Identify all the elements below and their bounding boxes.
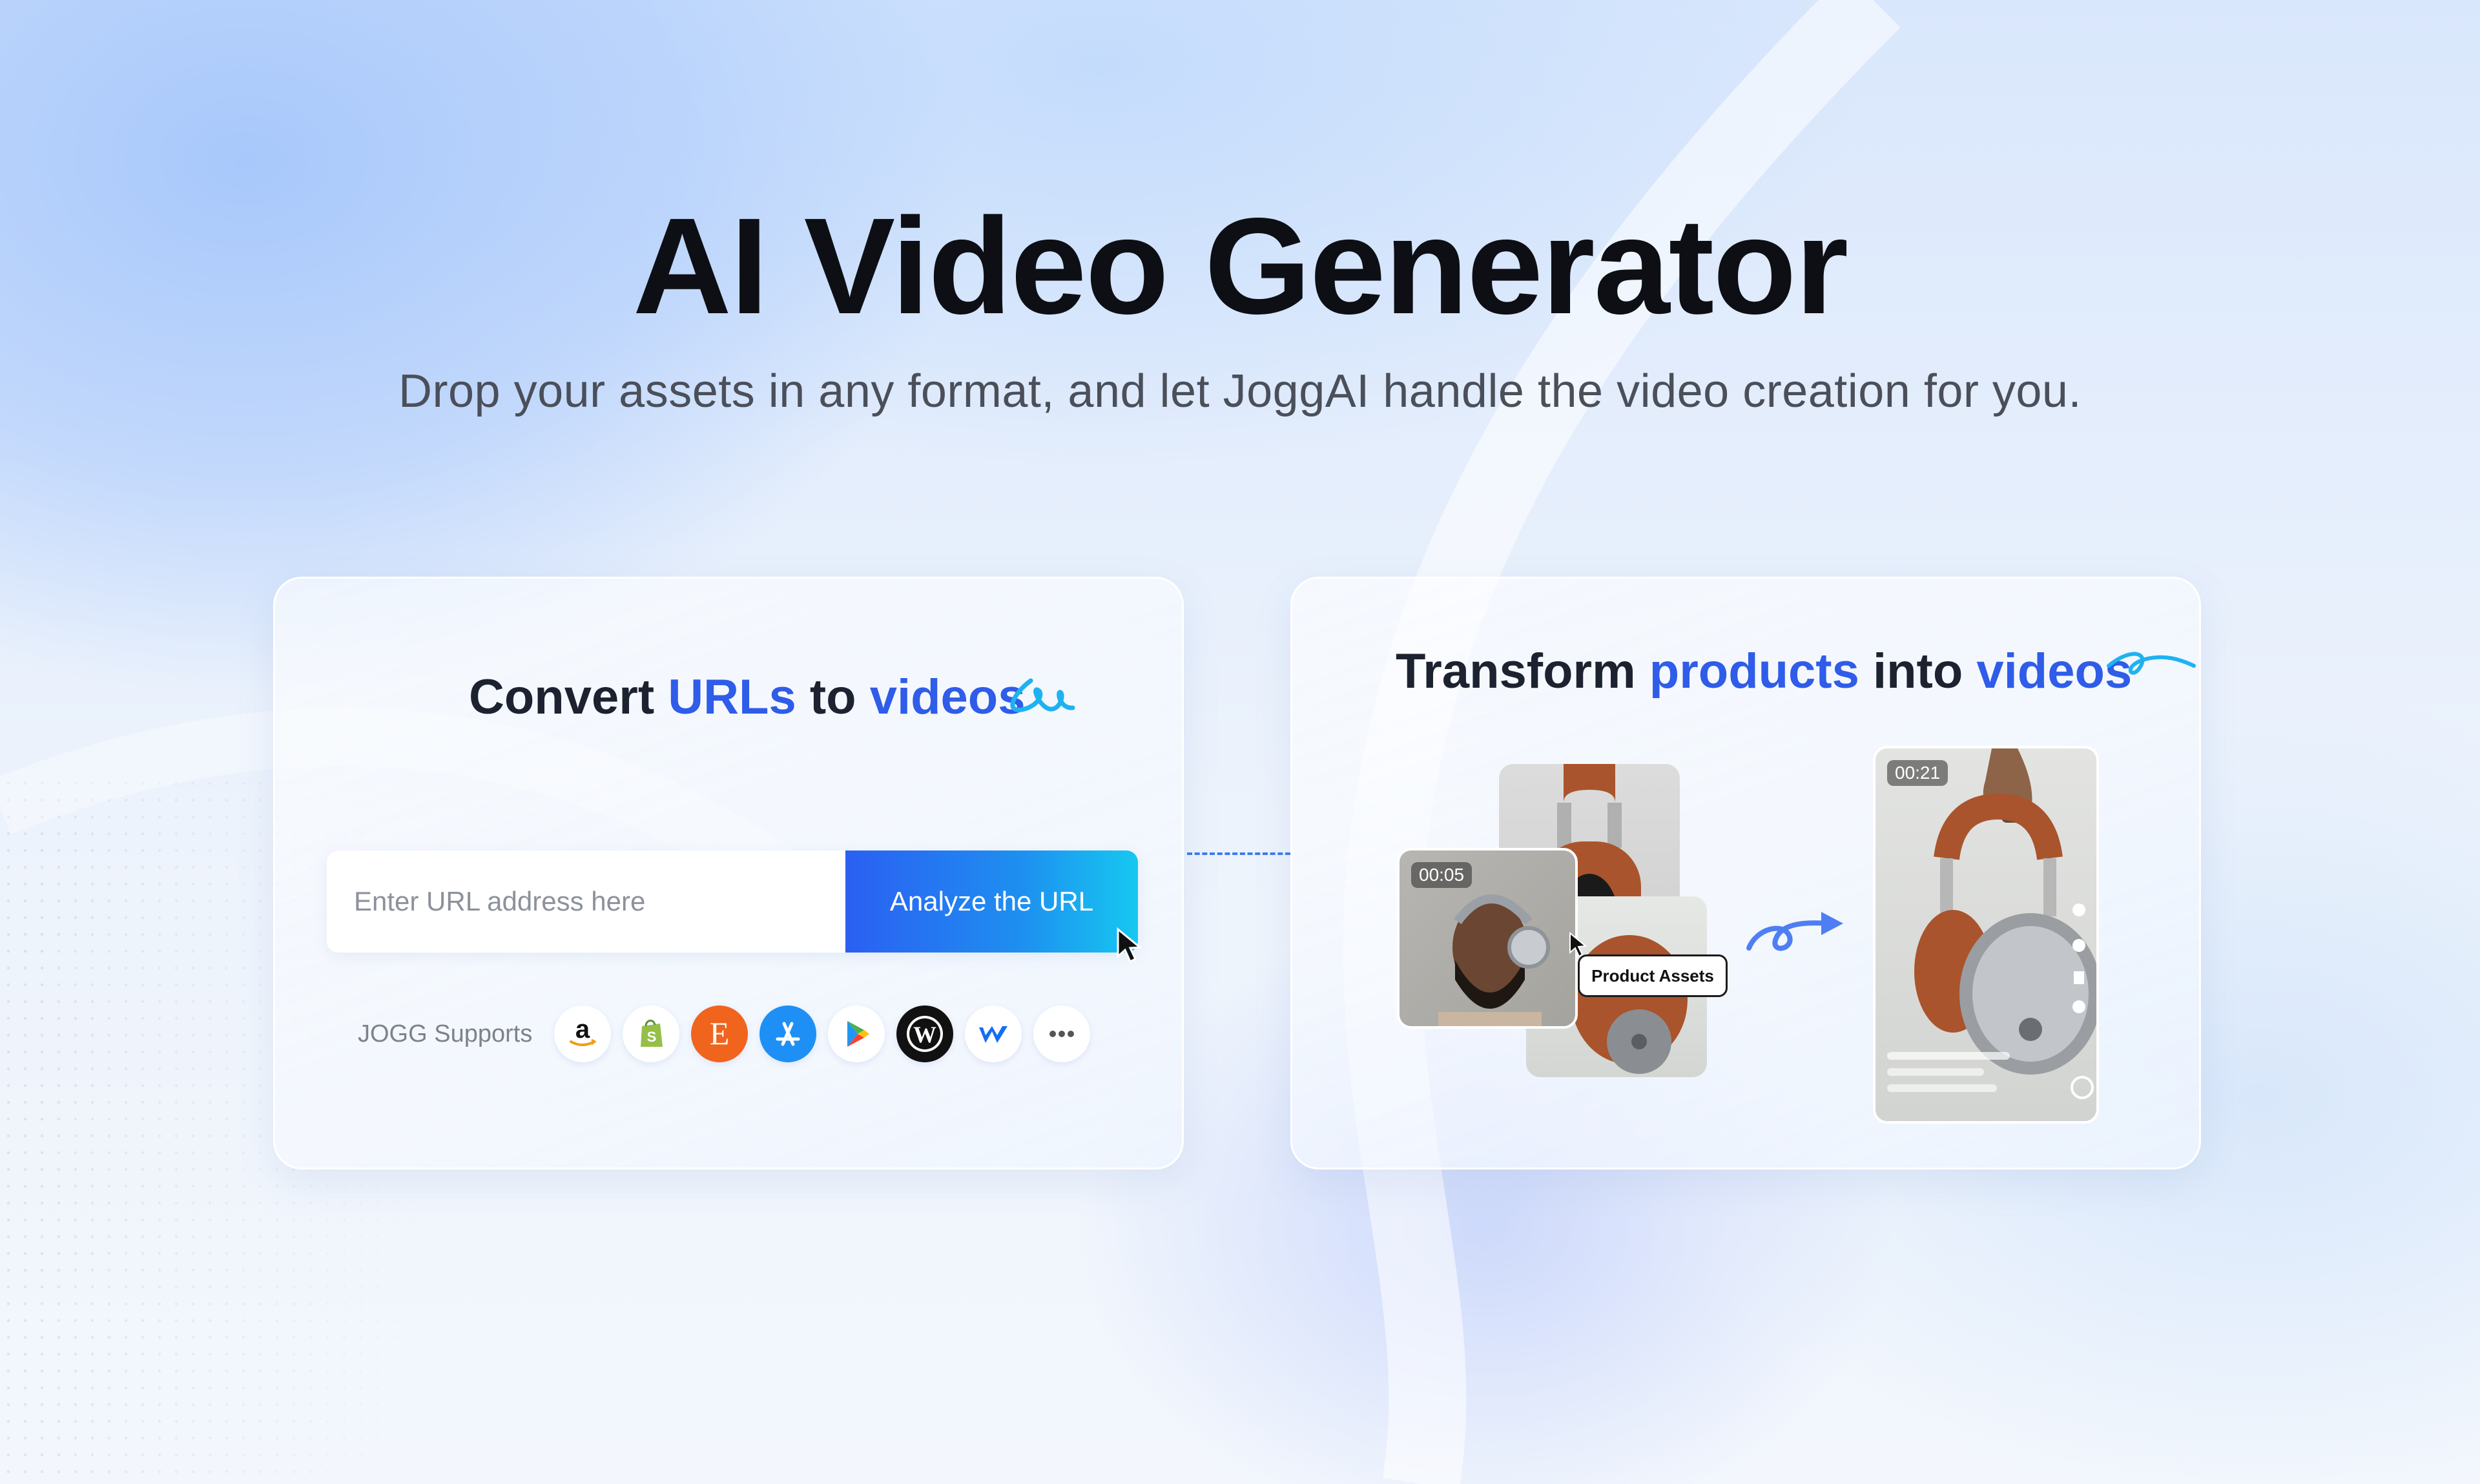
clip-timestamp: 00:05: [1411, 862, 1472, 888]
analyze-url-button[interactable]: Analyze the URL: [845, 850, 1138, 953]
title-part: Transform: [1396, 644, 1649, 699]
output-timestamp: 00:21: [1887, 760, 1948, 786]
url-form: Analyze the URL: [327, 850, 1138, 953]
title-highlight: videos: [869, 670, 1026, 725]
app-store-icon[interactable]: [760, 1005, 817, 1062]
url-card-title: Convert URLs to videos: [469, 669, 1025, 725]
amazon-icon[interactable]: a: [554, 1005, 612, 1062]
generated-video-preview[interactable]: 00:21: [1873, 746, 2099, 1124]
page-subtitle: Drop your assets in any format, and let …: [398, 366, 2082, 417]
mouse-cursor-icon: [1117, 927, 1142, 964]
avatar-video-clip[interactable]: 00:05: [1397, 848, 1578, 1029]
dashed-connector: [1187, 852, 1290, 855]
url-to-video-card: Convert URLs to videos Analyze the URL J…: [273, 577, 1184, 1170]
etsy-icon[interactable]: E: [691, 1005, 749, 1062]
title-part: into: [1859, 644, 1977, 699]
more-icon[interactable]: [1033, 1005, 1091, 1062]
svg-text:E: E: [710, 1015, 730, 1051]
google-play-icon[interactable]: [828, 1005, 885, 1062]
product-assets-tooltip: Product Assets: [1578, 954, 1728, 997]
title-part: Convert: [469, 670, 668, 725]
page-title: AI Video Generator: [632, 189, 1848, 342]
wordpress-icon[interactable]: W: [896, 1005, 954, 1062]
svg-text:a: a: [575, 1015, 590, 1044]
url-input[interactable]: [327, 850, 843, 953]
swoosh-icon: [2107, 652, 2196, 675]
webflow-icon[interactable]: [965, 1005, 1022, 1062]
transform-arrow-icon: [1746, 912, 1843, 951]
supported-platforms: JOGG Supports a S E W: [358, 1005, 1091, 1063]
svg-text:S: S: [647, 1029, 657, 1045]
product-card-title: Transform products into videos: [1396, 643, 2132, 699]
platform-logo-list: a S E W: [554, 1005, 1091, 1062]
supports-label: JOGG Supports: [358, 1020, 533, 1047]
title-highlight: products: [1649, 644, 1859, 699]
title-part: to: [796, 670, 870, 725]
title-highlight: URLs: [668, 670, 796, 725]
svg-text:W: W: [913, 1022, 936, 1047]
shopify-icon[interactable]: S: [623, 1005, 680, 1062]
scribble-icon: [1010, 678, 1075, 712]
